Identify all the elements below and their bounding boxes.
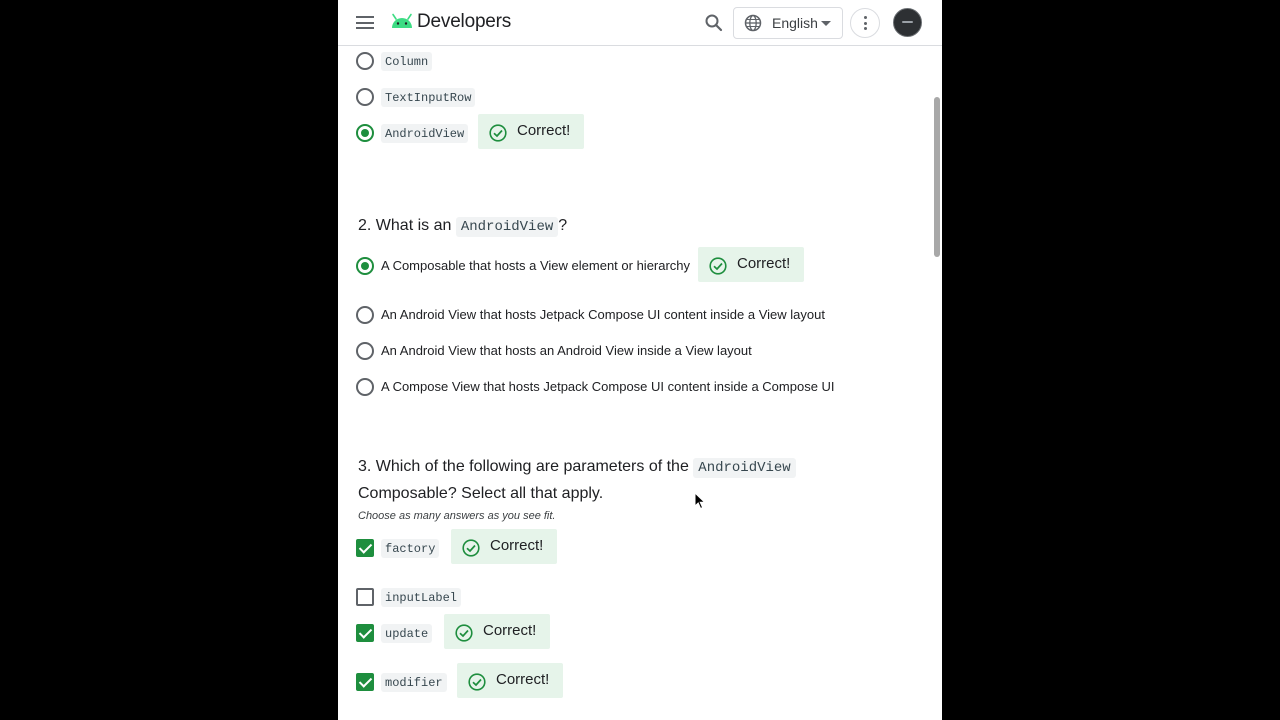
question-number: 2.: [358, 217, 372, 234]
brand-title[interactable]: Developers: [417, 11, 511, 33]
q2-radio-1[interactable]: [356, 257, 374, 275]
q3-checkbox-modifier[interactable]: [356, 673, 374, 691]
badge-text: Correct!: [490, 537, 544, 554]
q1-option-label: TextInputRow: [381, 88, 476, 107]
badge-text: Correct!: [496, 671, 550, 688]
more-options-button[interactable]: [850, 8, 880, 38]
q2-correct-badge: Correct!: [698, 247, 804, 282]
badge-text: Correct!: [737, 255, 791, 272]
q1-radio-textinputrow[interactable]: [356, 88, 374, 106]
question-text: What is an: [375, 217, 452, 234]
scrollbar-thumb[interactable]: [934, 97, 940, 257]
q1-option-label: Column: [381, 52, 433, 71]
language-label: English: [772, 15, 818, 31]
question-3-title-line2: Composable? Select all that apply.: [358, 485, 604, 502]
q3-checkbox-factory[interactable]: [356, 539, 374, 557]
badge-text: Correct!: [483, 622, 537, 639]
q2-radio-3[interactable]: [356, 342, 374, 360]
question-3-title: 3. Which of the following are parameters…: [358, 458, 796, 478]
check-circle-icon: [489, 124, 507, 142]
q2-option-label: A Composable that hosts a View element o…: [381, 258, 691, 273]
top-app-bar: Developers English: [338, 0, 942, 46]
q3-update-correct-badge: Correct!: [444, 614, 550, 649]
check-circle-icon: [455, 624, 473, 642]
question-3-hint: Choose as many answers as you see fit.: [358, 510, 556, 522]
language-selector[interactable]: English: [733, 7, 843, 39]
q1-correct-badge: Correct!: [478, 114, 584, 149]
question-2-title: 2. What is an AndroidView?: [358, 217, 568, 237]
q3-checkbox-inputlabel[interactable]: [356, 588, 374, 606]
question-text-end: ?: [558, 217, 568, 234]
account-avatar[interactable]: [893, 8, 922, 37]
page-viewport: Developers English Column TextInputRow A…: [338, 0, 942, 720]
q3-option-label: update: [381, 624, 433, 643]
menu-icon[interactable]: [356, 16, 374, 29]
question-text: Which of the following are parameters of…: [375, 458, 689, 475]
q1-radio-column[interactable]: [356, 52, 374, 70]
q3-option-label: inputLabel: [381, 588, 462, 607]
q3-checkbox-update[interactable]: [356, 624, 374, 642]
badge-text: Correct!: [517, 122, 571, 139]
question-number: 3.: [358, 458, 372, 475]
q3-modifier-correct-badge: Correct!: [457, 663, 563, 698]
q3-option-label: factory: [381, 539, 440, 558]
q3-option-label: modifier: [381, 673, 447, 692]
q1-radio-androidview[interactable]: [356, 124, 374, 142]
question-code: AndroidView: [693, 458, 796, 478]
q2-option-label: A Compose View that hosts Jetpack Compos…: [381, 379, 835, 394]
q1-option-label: AndroidView: [381, 124, 469, 143]
android-logo-icon[interactable]: [390, 13, 414, 29]
q2-radio-4[interactable]: [356, 378, 374, 396]
check-circle-icon: [462, 539, 480, 557]
q2-option-label: An Android View that hosts Jetpack Compo…: [381, 307, 825, 322]
q3-factory-correct-badge: Correct!: [451, 529, 557, 564]
globe-icon: [744, 14, 762, 32]
search-icon[interactable]: [704, 13, 724, 33]
question-code: AndroidView: [455, 217, 559, 237]
q2-radio-2[interactable]: [356, 306, 374, 324]
q2-option-label: An Android View that hosts an Android Vi…: [381, 343, 752, 358]
check-circle-icon: [709, 257, 727, 275]
mouse-cursor-icon: [694, 492, 706, 510]
chevron-down-icon: [821, 21, 831, 26]
check-circle-icon: [468, 673, 486, 691]
